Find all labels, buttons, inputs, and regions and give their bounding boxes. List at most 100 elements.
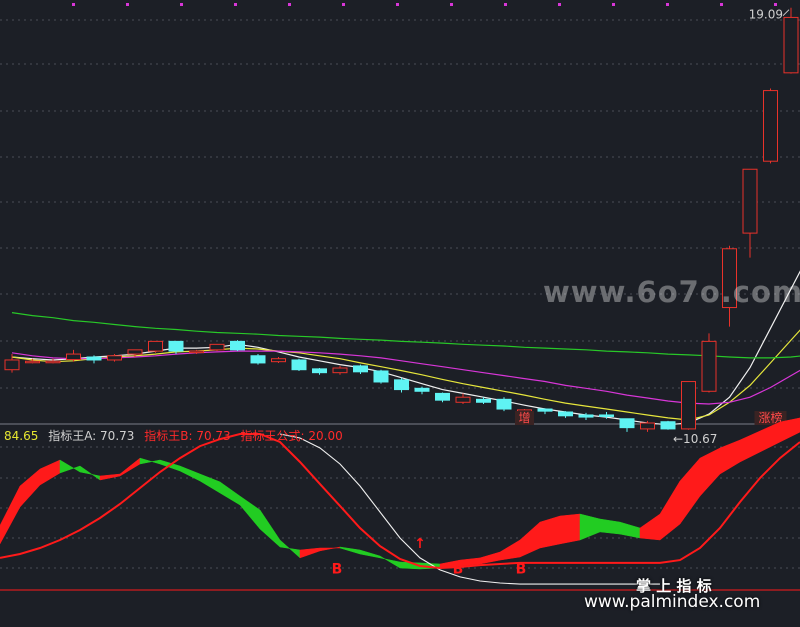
indicator-band-segment	[559, 513, 581, 545]
candle-body	[619, 418, 635, 429]
candle-body	[66, 353, 81, 361]
top-marker	[720, 3, 723, 6]
top-marker	[450, 3, 453, 6]
candle-body	[763, 90, 778, 162]
candle-body	[476, 398, 491, 403]
indicator-band-segment	[339, 546, 361, 555]
candle	[148, 340, 163, 353]
candle-body	[681, 381, 696, 430]
candle-body	[271, 358, 286, 363]
candle-body	[209, 343, 225, 351]
indicator-band-segment	[619, 521, 641, 539]
candle	[209, 343, 225, 352]
indicator-band-segment	[219, 481, 241, 506]
candle	[86, 355, 102, 364]
candle	[558, 411, 573, 418]
indicator-band-segment	[259, 509, 281, 548]
candle-body	[701, 340, 717, 392]
buy-marker: B	[453, 562, 464, 578]
candle-body	[414, 387, 430, 392]
candle-body	[435, 392, 450, 401]
candle-body	[537, 408, 553, 412]
candle	[271, 357, 286, 363]
indicator-band-segment	[359, 549, 381, 559]
candle	[332, 365, 348, 375]
low-price-label: ←10.67	[673, 432, 717, 446]
indicator-band-segment	[719, 439, 741, 475]
candle-body	[640, 422, 655, 430]
indicator-band-segment	[279, 539, 301, 559]
candle-body	[4, 359, 20, 371]
indicator-band-segment	[639, 513, 661, 541]
stock-chart-window: 19.09 ←10.67 增涨榜 ↑ B B B 84.65 指标王A: 70.73 指标王…	[0, 0, 800, 627]
indicator-band-segment	[59, 459, 81, 474]
top-marker	[396, 3, 399, 6]
indicator-band-segment	[119, 457, 141, 477]
indicator-band-segment	[699, 447, 721, 497]
candle-body	[599, 414, 614, 417]
candle-body	[373, 370, 389, 383]
indicator-band-segment	[319, 546, 341, 552]
candle	[312, 368, 327, 375]
candle-body	[353, 365, 368, 373]
candle	[640, 420, 655, 432]
candle	[250, 354, 266, 365]
indicator-band-segment	[739, 430, 761, 463]
candle-body	[189, 350, 204, 354]
indicator-band-segment	[579, 513, 601, 541]
indicator-band-segment	[99, 473, 121, 481]
chart-canvas: 19.09←10.67增 涨榜↑B B B	[0, 3, 800, 591]
top-marker	[234, 3, 237, 6]
candle-body	[742, 168, 758, 234]
candle-body	[578, 414, 594, 418]
candle-body	[107, 355, 122, 361]
candle	[455, 393, 471, 404]
indicator-band-segment	[779, 417, 800, 443]
candle-body	[312, 368, 327, 374]
candle	[783, 7, 799, 74]
candle	[660, 420, 676, 430]
top-marker	[126, 3, 129, 6]
candle-body	[45, 360, 61, 364]
candle	[681, 381, 696, 430]
candle-body	[660, 421, 676, 430]
indicator-band-segment	[199, 473, 221, 494]
candle-body	[496, 398, 512, 410]
candle-body	[148, 340, 163, 352]
top-marker	[180, 3, 183, 6]
high-price-arrow	[782, 9, 790, 17]
indicator-band-segment	[659, 480, 681, 541]
candle-body	[25, 360, 40, 364]
candle	[763, 88, 778, 164]
indicator-band-segment	[479, 551, 501, 565]
indicator-info-bar: 84.65 指标王A: 70.73 指标王B: 70.73 指标王公式: 20.…	[4, 427, 349, 444]
candle	[496, 397, 512, 412]
candle	[230, 340, 245, 352]
candle-body	[250, 355, 266, 364]
indicator-band-segment	[299, 547, 321, 559]
candle-body	[86, 356, 102, 361]
tag-label: 增	[518, 411, 530, 425]
top-marker	[666, 3, 669, 6]
candle	[353, 364, 368, 374]
high-price-label: 19.09	[749, 8, 783, 22]
candle-body	[127, 349, 143, 355]
candle-body	[230, 340, 245, 351]
indicator-b-label: 指标王B: 70.73	[144, 429, 231, 443]
indicator-band-segment	[179, 465, 201, 482]
indicator-value: 84.65	[4, 429, 39, 443]
buy-marker: B	[332, 562, 343, 578]
candle	[394, 377, 409, 393]
candle	[537, 408, 553, 415]
buy-marker: B	[516, 562, 527, 578]
indicator-band-segment	[599, 518, 621, 535]
brand-url-text: www.palmindex.com	[584, 592, 761, 612]
top-marker	[504, 3, 507, 6]
candle-body	[332, 367, 348, 374]
top-marker	[612, 3, 615, 6]
candle	[291, 358, 307, 371]
candle	[66, 349, 81, 362]
indicator-formula-label: 指标王公式: 20.00	[240, 429, 343, 443]
top-marker	[558, 3, 561, 6]
candle-body	[558, 411, 573, 417]
